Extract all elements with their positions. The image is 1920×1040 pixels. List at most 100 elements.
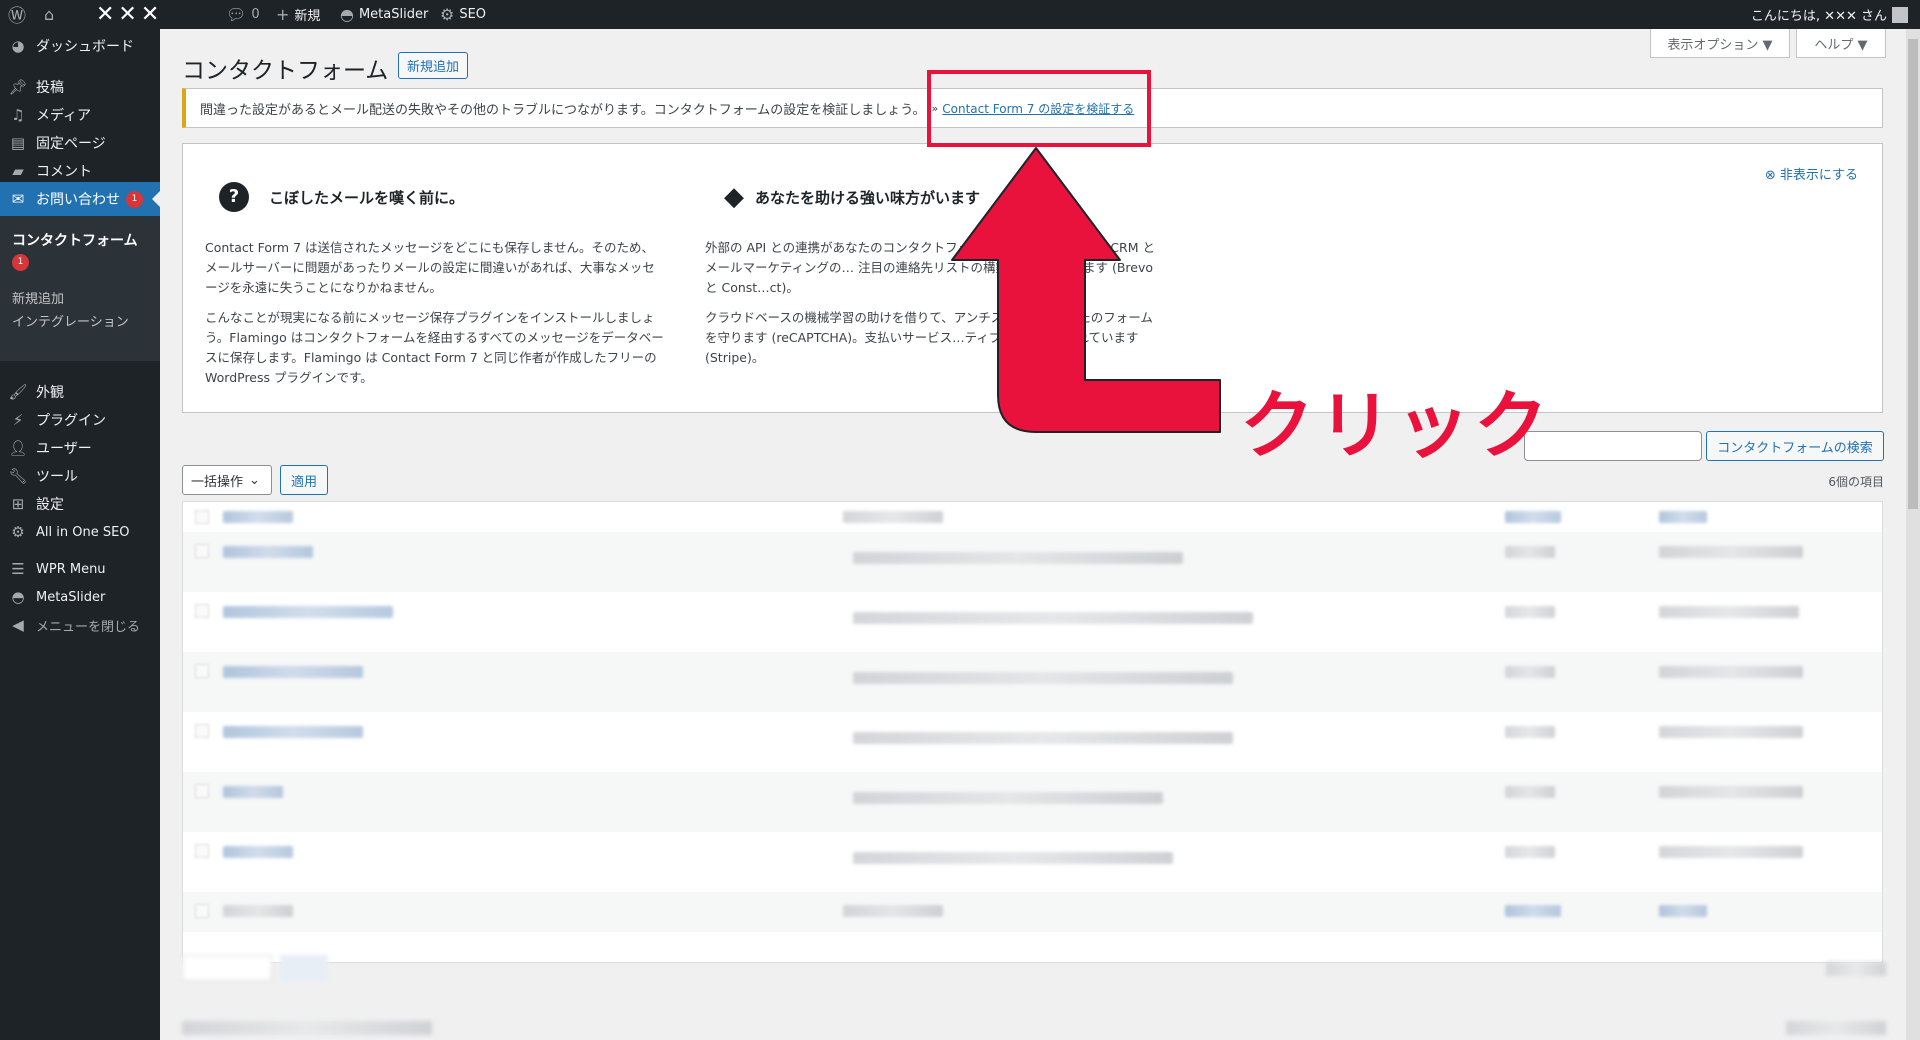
seo-link[interactable]: ⚙ SEO	[440, 0, 486, 29]
menu-icon: ☰	[11, 560, 25, 578]
dismiss-link[interactable]: ⊗ 非表示にする	[1765, 164, 1858, 183]
menu-label: 投稿	[36, 80, 64, 96]
author	[1505, 546, 1555, 558]
row-checkbox[interactable]	[195, 604, 209, 618]
metaslider-icon: ◓	[11, 588, 25, 606]
notification-badge: 1	[12, 252, 29, 271]
form-title[interactable]	[223, 546, 313, 558]
table-row	[183, 712, 1882, 772]
table-footer	[183, 892, 1882, 932]
column-header	[1659, 511, 1707, 523]
form-title[interactable]	[223, 786, 283, 798]
row-checkbox[interactable]	[195, 664, 209, 678]
dismiss-label: 非表示にする	[1779, 168, 1858, 183]
add-new-button[interactable]: 新規追加	[398, 52, 469, 79]
media-icon: ♫	[11, 106, 25, 124]
site-name[interactable]: ✕✕✕	[96, 0, 163, 29]
scrollbar[interactable]	[1906, 29, 1920, 1040]
home-icon[interactable]: ⌂	[44, 0, 54, 29]
scrollbar-thumb[interactable]	[1908, 39, 1918, 509]
date	[1659, 666, 1803, 678]
metaslider-link[interactable]: ◓ MetaSlider	[340, 0, 428, 29]
submenu-integration[interactable]: インテグレーション	[12, 311, 129, 330]
column-header	[843, 905, 943, 917]
wrench-icon: 🔧︎	[8, 467, 28, 485]
comments-count: 0	[251, 7, 260, 22]
row-checkbox[interactable]	[195, 724, 209, 738]
settings-icon: ⊞	[11, 495, 25, 513]
shortcode	[853, 552, 1183, 564]
contact-submenu: コンタクトフォーム 1 新規追加 インテグレーション	[0, 216, 160, 361]
menu-label: WPR Menu	[36, 561, 106, 577]
column-paragraph: こんなことが現実になる前にメッセージ保存プラグインをインストールしましょう。Fl…	[205, 310, 664, 385]
row-checkbox[interactable]	[195, 784, 209, 798]
menu-label: メニューを閉じる	[36, 619, 141, 635]
page-title: コンタクトフォーム	[182, 58, 389, 84]
menu-dashboard[interactable]: ◕ ダッシュボード	[0, 29, 160, 63]
table-row	[183, 772, 1882, 832]
menu-aioseo[interactable]: ⚙ All in One SEO	[0, 515, 160, 549]
highlight-box	[927, 70, 1151, 147]
collapse-icon: ◀	[12, 616, 24, 634]
menu-label: ダッシュボード	[36, 39, 134, 55]
column-header	[1505, 511, 1561, 523]
footer-text	[182, 1021, 432, 1035]
table-row	[183, 652, 1882, 712]
table-row	[183, 832, 1882, 892]
menu-label: 外観	[36, 385, 64, 401]
apply-button-bottom[interactable]	[280, 955, 328, 981]
select-all-checkbox[interactable]	[195, 510, 209, 524]
arrow-annotation	[951, 147, 1221, 433]
author	[1505, 846, 1555, 858]
form-title[interactable]	[223, 666, 363, 678]
form-title[interactable]	[223, 606, 393, 618]
menu-label: MetaSlider	[36, 589, 106, 605]
date	[1659, 606, 1799, 618]
shortcode	[853, 612, 1253, 624]
avatar	[1892, 6, 1908, 23]
bulk-action-select[interactable]: 一括操作 ⌄	[182, 465, 272, 495]
apply-button[interactable]: 適用	[280, 465, 328, 495]
question-icon: ?	[219, 182, 249, 212]
author	[1505, 666, 1555, 678]
column-header	[843, 511, 943, 523]
menu-label: お問い合わせ	[36, 192, 120, 208]
notice-text: 間違った設定があるとメール配送の失敗やその他のトラブルにつながります。コンタクト…	[200, 102, 926, 118]
new-label: 新規	[294, 9, 321, 24]
menu-collapse[interactable]: ◀ メニューを閉じる	[0, 608, 160, 642]
wordpress-logo-icon[interactable]: Ⓦ	[8, 0, 26, 29]
menu-label: コメント	[36, 164, 92, 180]
bulk-action-select-bottom[interactable]	[182, 955, 272, 981]
form-title[interactable]	[223, 846, 293, 858]
column-header	[223, 511, 293, 523]
forms-table	[182, 501, 1883, 963]
menu-label: 設定	[36, 497, 64, 513]
new-content-link[interactable]: + 新規	[276, 0, 320, 29]
select-all-checkbox[interactable]	[195, 904, 209, 918]
menu-label: 固定ページ	[36, 136, 106, 152]
row-checkbox[interactable]	[195, 844, 209, 858]
mail-icon: ✉	[11, 190, 25, 208]
screen-options-button[interactable]: 表示オプション ▼	[1650, 29, 1790, 58]
footer-version	[1786, 1021, 1886, 1035]
notification-badge: 1	[126, 190, 143, 208]
column-header	[1505, 905, 1561, 917]
submenu-add-new[interactable]: 新規追加	[12, 288, 64, 307]
my-account[interactable]: こんにちは, ✕✕✕ さん	[1751, 0, 1908, 29]
comments-link[interactable]: 💬︎ 0	[226, 0, 260, 29]
search-button[interactable]: コンタクトフォームの検索	[1706, 431, 1884, 461]
row-checkbox[interactable]	[195, 544, 209, 558]
form-title[interactable]	[223, 726, 363, 738]
metaslider-label: MetaSlider	[358, 7, 429, 22]
help-button[interactable]: ヘルプ ▼	[1796, 29, 1886, 58]
menu-contact[interactable]: ✉ お問い合わせ 1	[0, 182, 160, 216]
submenu-contact-forms[interactable]: コンタクトフォーム	[12, 230, 138, 250]
submenu-label: コンタクトフォーム	[12, 233, 138, 249]
aioseo-icon: ⚙	[11, 523, 25, 541]
item-count-bottom	[1826, 962, 1886, 976]
column-header	[1659, 905, 1707, 917]
menu-label: メディア	[36, 108, 92, 124]
screen-options-label: 表示オプション ▼	[1667, 37, 1773, 53]
date	[1659, 546, 1803, 558]
brush-icon: 🖌︎	[8, 383, 28, 401]
